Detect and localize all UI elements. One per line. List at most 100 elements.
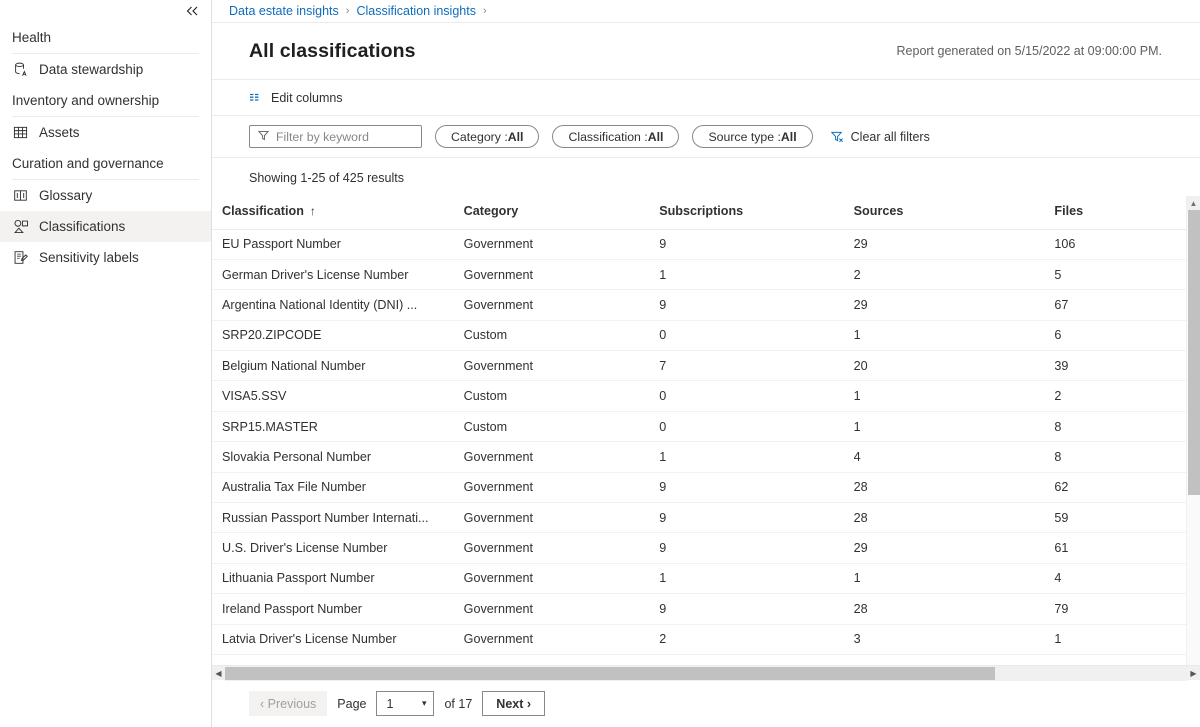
cell-classification[interactable]: German Driver's License Number bbox=[212, 259, 464, 291]
column-header-files[interactable]: Files bbox=[1054, 196, 1200, 230]
cell-files[interactable]: 106 bbox=[1054, 229, 1200, 260]
cell-files[interactable]: 67 bbox=[1054, 289, 1200, 321]
sidebar-group-health: Health Data stewardship bbox=[0, 22, 211, 85]
cell-files[interactable]: 8 bbox=[1054, 411, 1200, 443]
page-number-value: 1 bbox=[386, 696, 394, 711]
cell-sources: 28 bbox=[853, 502, 1055, 534]
sidebar-item-sensitivity-labels[interactable]: Sensitivity labels bbox=[0, 242, 211, 273]
cell-classification[interactable]: SRP15.MASTER bbox=[212, 411, 464, 443]
column-header-label: Classification bbox=[222, 203, 304, 218]
cell-subscriptions: 1 bbox=[659, 563, 854, 595]
page-number-select[interactable]: 1 ▾ bbox=[376, 691, 435, 716]
cell-files[interactable]: 59 bbox=[1054, 502, 1200, 534]
chevron-right-icon: › bbox=[482, 5, 487, 17]
clear-all-filters-button[interactable]: Clear all filters bbox=[830, 129, 930, 144]
cell-classification[interactable]: SRP20.ZIPCODE bbox=[212, 320, 464, 352]
chevron-down-icon: ▾ bbox=[421, 698, 427, 708]
cell-subscriptions: 9 bbox=[659, 472, 854, 504]
classifications-table: Classification ↑ Category Subscriptions S… bbox=[212, 196, 1200, 655]
cell-subscriptions: 9 bbox=[659, 229, 854, 260]
table-row: SRP20.ZIPCODE Custom 0 1 6 bbox=[212, 320, 1200, 352]
cell-sources: 29 bbox=[853, 532, 1055, 564]
cell-files[interactable]: 62 bbox=[1054, 472, 1200, 504]
column-header-category[interactable]: Category bbox=[463, 196, 660, 230]
cell-category: Government bbox=[463, 289, 660, 321]
cell-classification[interactable]: Belgium National Number bbox=[212, 350, 464, 382]
cell-files[interactable]: 1 bbox=[1054, 624, 1200, 655]
filter-pill-source-type[interactable]: Source type : All bbox=[692, 125, 813, 148]
table-scroll-region: Classification ↑ Category Subscriptions S… bbox=[212, 196, 1200, 665]
book-icon bbox=[12, 187, 29, 204]
cell-files[interactable]: 2 bbox=[1054, 380, 1200, 412]
cell-files[interactable]: 61 bbox=[1054, 532, 1200, 564]
cell-category: Custom bbox=[463, 380, 660, 412]
table-row: Russian Passport Number Internati... Gove… bbox=[212, 502, 1200, 534]
filter-pill-label: Source type : bbox=[708, 129, 781, 144]
cell-files[interactable]: 39 bbox=[1054, 350, 1200, 382]
cell-files[interactable]: 8 bbox=[1054, 441, 1200, 473]
total-pages-label: of 17 bbox=[444, 696, 473, 711]
cell-sources: 29 bbox=[853, 289, 1055, 321]
scroll-left-arrow-icon[interactable]: ◀ bbox=[212, 666, 225, 681]
cell-classification[interactable]: VISA5.SSV bbox=[212, 380, 464, 412]
keyword-filter-wrap[interactable] bbox=[249, 125, 422, 148]
cell-classification[interactable]: Ireland Passport Number bbox=[212, 593, 464, 625]
cell-classification[interactable]: EU Passport Number bbox=[212, 229, 464, 260]
breadcrumb-item-classification-insights[interactable]: Classification insights bbox=[356, 4, 476, 18]
cell-classification[interactable]: Lithuania Passport Number bbox=[212, 563, 464, 595]
cell-classification[interactable]: Russian Passport Number Internati... bbox=[212, 502, 464, 534]
column-header-sources[interactable]: Sources bbox=[853, 196, 1055, 230]
cell-classification[interactable]: Latvia Driver's License Number bbox=[212, 624, 464, 655]
filter-pill-classification[interactable]: Classification : All bbox=[552, 125, 680, 148]
horizontal-scrollbar[interactable]: ◀ ▶ bbox=[212, 665, 1200, 681]
filter-pill-value: All bbox=[507, 129, 524, 144]
clear-all-filters-label: Clear all filters bbox=[850, 129, 930, 144]
cell-classification[interactable]: Argentina National Identity (DNI) ... bbox=[212, 289, 464, 321]
cell-sources: 1 bbox=[853, 380, 1055, 412]
breadcrumb-item-data-estate-insights[interactable]: Data estate insights bbox=[229, 4, 339, 18]
cell-subscriptions: 1 bbox=[659, 441, 854, 473]
next-page-button[interactable]: Next › bbox=[482, 691, 546, 716]
sidebar-group-label: Inventory and ownership bbox=[12, 93, 160, 108]
vertical-scrollbar-thumb[interactable] bbox=[1188, 210, 1200, 495]
sidebar-item-label: Assets bbox=[39, 125, 80, 140]
scroll-up-arrow-icon[interactable]: ▲ bbox=[1187, 196, 1200, 210]
cell-category: Government bbox=[463, 350, 660, 382]
horizontal-scrollbar-thumb[interactable] bbox=[225, 666, 995, 680]
sensitivity-label-icon bbox=[12, 249, 29, 266]
cell-category: Custom bbox=[463, 320, 660, 352]
horizontal-scrollbar-track[interactable] bbox=[225, 665, 1187, 681]
table-header-row: Classification ↑ Category Subscriptions S… bbox=[212, 196, 1200, 230]
table-row: SRP15.MASTER Custom 0 1 8 bbox=[212, 411, 1200, 443]
cell-files[interactable]: 4 bbox=[1054, 563, 1200, 595]
vertical-scrollbar[interactable]: ▲ bbox=[1186, 196, 1200, 665]
column-header-subscriptions[interactable]: Subscriptions bbox=[659, 196, 854, 230]
cell-files[interactable]: 5 bbox=[1054, 259, 1200, 291]
sidebar-item-data-stewardship[interactable]: Data stewardship bbox=[0, 54, 211, 85]
cell-category: Government bbox=[463, 259, 660, 291]
cell-sources: 3 bbox=[853, 624, 1055, 655]
search-input[interactable] bbox=[276, 126, 413, 147]
cell-classification[interactable]: Slovakia Personal Number bbox=[212, 441, 464, 473]
cell-subscriptions: 7 bbox=[659, 350, 854, 382]
cell-sources: 1 bbox=[853, 320, 1055, 352]
cell-classification[interactable]: Australia Tax File Number bbox=[212, 472, 464, 504]
cell-files[interactable]: 6 bbox=[1054, 320, 1200, 352]
sidebar-item-glossary[interactable]: Glossary bbox=[0, 180, 211, 211]
previous-page-button[interactable]: ‹ Previous bbox=[249, 691, 328, 716]
sidebar-item-assets[interactable]: Assets bbox=[0, 117, 211, 148]
table-row: Latvia Driver's License Number Government… bbox=[212, 624, 1200, 655]
edit-columns-button[interactable]: Edit columns bbox=[249, 80, 343, 115]
column-header-classification[interactable]: Classification ↑ bbox=[212, 196, 464, 230]
cell-subscriptions: 1 bbox=[659, 259, 854, 291]
data-stewardship-icon bbox=[12, 61, 29, 78]
double-chevron-left-icon[interactable] bbox=[183, 2, 201, 20]
command-bar: Edit columns bbox=[212, 80, 1200, 116]
sidebar-item-classifications[interactable]: Classifications bbox=[0, 211, 211, 242]
chevron-right-icon: › bbox=[345, 5, 350, 17]
scroll-right-arrow-icon[interactable]: ▶ bbox=[1187, 666, 1200, 681]
cell-classification[interactable]: U.S. Driver's License Number bbox=[212, 532, 464, 564]
left-sidebar: Health Data stewardship Inventory and ow… bbox=[0, 0, 212, 727]
cell-files[interactable]: 79 bbox=[1054, 593, 1200, 625]
filter-pill-category[interactable]: Category : All bbox=[435, 125, 540, 148]
